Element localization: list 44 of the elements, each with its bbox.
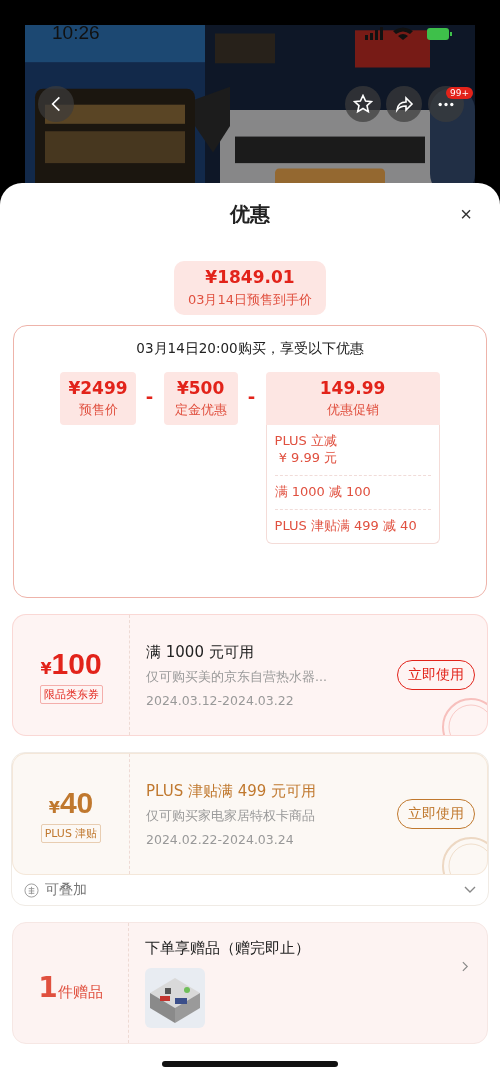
coupon-amount: 40 bbox=[59, 785, 94, 820]
notification-badge: 99+ bbox=[446, 87, 473, 99]
gift-title: 下单享赠品（赠完即止） bbox=[145, 938, 311, 958]
coupon-title: PLUS 津贴满 499 元可用 bbox=[146, 781, 318, 801]
stack-icon bbox=[24, 882, 39, 898]
promotion-item: 满 1000 减 100 bbox=[274, 475, 431, 510]
signal-icon bbox=[365, 27, 383, 40]
price-label: 优惠促销 bbox=[326, 401, 379, 419]
price-amount: 149.99 bbox=[319, 378, 386, 398]
final-price: ¥1849.01 bbox=[205, 267, 295, 287]
coupon-title: 满 1000 元可用 bbox=[146, 642, 255, 662]
promotion-item: PLUS 津贴满 499 减 40 bbox=[274, 516, 418, 535]
gift-unit: 件赠品 bbox=[57, 983, 103, 1002]
gift-count: 1 bbox=[38, 971, 58, 1004]
final-price-label: 03月14日预售到手价 bbox=[187, 291, 313, 309]
promotion-item: PLUS 立减 ¥ 9.99 元 bbox=[274, 425, 431, 476]
currency-sign: ¥ bbox=[40, 658, 52, 678]
wifi-icon bbox=[393, 27, 413, 40]
coupon-description: 仅可购买家电家居特权卡商品 bbox=[146, 807, 316, 825]
coupon-tag: 限品类东券 bbox=[39, 684, 103, 704]
coupon-description: 仅可购买美的京东自营热水器... bbox=[146, 668, 328, 686]
status-time: 10:26 bbox=[52, 22, 100, 44]
battery-icon bbox=[427, 28, 452, 40]
price-amount: ¥2499 bbox=[68, 378, 128, 398]
breakdown-heading: 03月14日20:00购买，享受以下优惠 bbox=[136, 340, 364, 358]
sheet-title: 优惠 bbox=[230, 200, 270, 228]
close-button[interactable]: × bbox=[456, 203, 476, 226]
coupon-dates: 2024.03.12-2024.03.22 bbox=[146, 692, 295, 708]
chevron-right-icon[interactable] bbox=[462, 960, 469, 972]
minus-sign: - bbox=[246, 386, 257, 407]
star-icon bbox=[353, 94, 373, 114]
price-label: 预售价 bbox=[78, 401, 118, 419]
coupon-amount: 100 bbox=[51, 646, 102, 681]
currency-sign: ¥ bbox=[48, 797, 60, 817]
price-amount: ¥500 bbox=[176, 378, 225, 398]
coupon-dates: 2024.02.22-2024.03.24 bbox=[146, 831, 295, 847]
minus-sign: - bbox=[144, 386, 155, 407]
price-label: 定金优惠 bbox=[174, 401, 227, 419]
expand-chevron-icon[interactable] bbox=[464, 886, 476, 894]
back-icon bbox=[51, 96, 61, 112]
share-icon bbox=[394, 94, 414, 114]
coupon-tag: PLUS 津贴 bbox=[40, 823, 102, 843]
more-icon bbox=[437, 101, 455, 107]
stackable-label: 可叠加 bbox=[45, 881, 88, 899]
